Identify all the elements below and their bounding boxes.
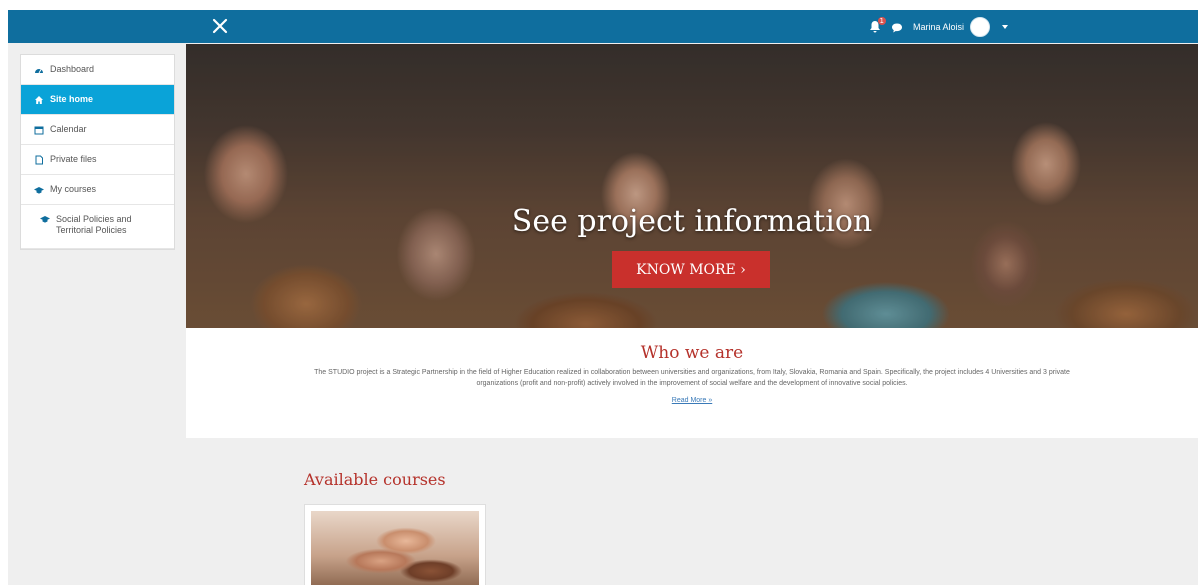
file-icon	[34, 155, 44, 165]
notification-bell-icon[interactable]: 1	[869, 17, 886, 34]
home-icon	[34, 95, 44, 105]
chevron-down-icon[interactable]	[1002, 25, 1008, 29]
who-we-are-heading: Who we are	[640, 343, 744, 363]
who-we-are-section: Who we are The STUDIO project is a Strat…	[186, 328, 1198, 438]
who-we-are-text: The STUDIO project is a Strategic Partne…	[314, 369, 1070, 387]
notification-badge: 1	[877, 17, 886, 25]
graduation-cap-icon	[40, 214, 50, 224]
calendar-icon	[34, 125, 44, 135]
available-courses-heading: Available courses	[304, 470, 446, 489]
sidebar-item-label: Dashboard	[50, 64, 95, 74]
read-more-link[interactable]: Read More »	[672, 397, 712, 404]
sidebar-item-label: Calendar	[50, 124, 87, 134]
sidebar-item-my-courses[interactable]: My courses	[21, 175, 174, 205]
sidebar-item-calendar[interactable]: Calendar	[21, 115, 174, 145]
navbar: 1 Marina Aloisi	[8, 10, 1198, 43]
sidebar: Dashboard Site home Calendar Private fil…	[20, 54, 175, 250]
user-menu: 1 Marina Aloisi	[869, 17, 1008, 37]
sidebar-item-private-files[interactable]: Private files	[21, 145, 174, 175]
hero-banner-image: See project information KNOW MORE ›	[186, 44, 1198, 328]
dashboard-icon	[34, 65, 44, 75]
message-icon[interactable]	[891, 21, 903, 33]
sidebar-item-label: Private files	[50, 154, 97, 164]
avatar[interactable]	[970, 17, 990, 37]
user-name[interactable]: Marina Aloisi	[913, 22, 964, 32]
sidebar-item-label: My courses	[50, 184, 97, 194]
sidebar-item-label: Site home	[50, 94, 94, 104]
page: 1 Marina Aloisi Dashboard Site home Cale…	[8, 10, 1198, 585]
sidebar-item-site-home[interactable]: Site home	[21, 85, 174, 115]
course-image[interactable]	[311, 511, 479, 585]
close-icon[interactable]	[208, 14, 232, 38]
graduation-cap-icon	[34, 185, 44, 195]
hero-title: See project information	[511, 204, 873, 239]
know-more-button[interactable]: KNOW MORE ›	[612, 251, 770, 288]
sidebar-item-course-social-policies[interactable]: Social Policies and Territorial Policies	[21, 205, 174, 249]
course-card[interactable]	[304, 504, 486, 585]
sidebar-item-label: Social Policies and Territorial Policies	[56, 214, 132, 235]
sidebar-item-dashboard[interactable]: Dashboard	[21, 55, 174, 85]
